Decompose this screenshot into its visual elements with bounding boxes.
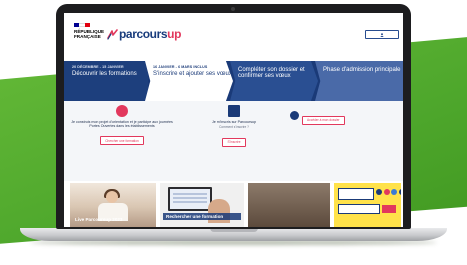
connect-button[interactable] bbox=[365, 30, 399, 39]
laptop-photo bbox=[168, 187, 212, 211]
timeline-stage-4-title: Phase d'admission principale bbox=[323, 66, 401, 73]
search-training-tile[interactable]: Rechercher une formation bbox=[160, 183, 244, 227]
parcoursup-logo[interactable]: parcoursup bbox=[107, 26, 181, 46]
live-video-tile[interactable]: Live Parcoursup 2023 bbox=[70, 183, 156, 227]
info-tag bbox=[382, 205, 396, 213]
info-box-1 bbox=[338, 188, 374, 200]
logo-wordmark-part1: parcours bbox=[119, 27, 168, 41]
register-button[interactable]: S'inscrire bbox=[222, 137, 246, 147]
step-orientation-text: Je construis mon projet d'orientation et… bbox=[71, 120, 173, 129]
info-tile[interactable] bbox=[334, 183, 401, 227]
step-register-text: Je m'inscris sur Parcoursup bbox=[211, 120, 257, 124]
photo-tile[interactable] bbox=[248, 183, 330, 227]
timeline-stage-4[interactable]: Phase d'admission principale bbox=[315, 61, 403, 101]
flag-icon bbox=[74, 23, 90, 27]
laptop-bezel: RÉPUBLIQUE FRANÇAISE parcoursup 20 DÉCEM… bbox=[56, 4, 411, 229]
social-icon-3[interactable] bbox=[391, 189, 397, 195]
how-to-register-link[interactable]: Comment s'inscrire ? bbox=[182, 126, 286, 130]
timeline-stage-2-dates: 16 JANVIER - 6 MARS INCLUS bbox=[153, 65, 208, 69]
step-column-register: Je m'inscris sur Parcoursup Comment s'in… bbox=[182, 105, 286, 179]
logo-wordmark: parcoursup bbox=[119, 27, 181, 41]
folder-icon bbox=[290, 111, 299, 120]
step-column-orientation: Je construis mon projet d'orientation et… bbox=[70, 105, 174, 179]
social-icon-4[interactable] bbox=[398, 189, 401, 195]
social-icons bbox=[376, 189, 401, 195]
steps-section: Je construis mon projet d'orientation et… bbox=[64, 101, 403, 181]
search-training-button[interactable]: Chercher une formation bbox=[100, 136, 144, 146]
timeline-stage-3-title: Compléter son dossier et confirmer ses v… bbox=[238, 66, 305, 80]
calendar-timeline: 20 DÉCEMBRE - 15 JANVIER Découvrir les f… bbox=[64, 61, 403, 101]
timeline-stage-2-active[interactable]: 16 JANVIER - 6 MARS INCLUS S'inscrire et… bbox=[145, 61, 233, 101]
live-tile-caption: Live Parcoursup 2023 bbox=[75, 216, 123, 222]
laptop-photo-screen bbox=[170, 189, 210, 209]
access-dossier-button[interactable]: Accéder à mon dossier bbox=[302, 115, 345, 125]
timeline-stage-3[interactable]: Compléter son dossier et confirmer ses v… bbox=[230, 61, 318, 101]
timeline-stage-1-dates: 20 DÉCEMBRE - 15 JANVIER bbox=[72, 65, 124, 69]
timeline-stage-1-title: Découvrir les formations bbox=[72, 70, 137, 77]
info-box-2 bbox=[338, 204, 380, 214]
social-icon-1[interactable] bbox=[376, 189, 382, 195]
republic-name-line2: FRANÇAISE bbox=[74, 34, 101, 39]
logo-wordmark-part2: up bbox=[167, 27, 182, 41]
laptop-screen: RÉPUBLIQUE FRANÇAISE parcoursup 20 DÉCEM… bbox=[64, 13, 403, 227]
timeline-stage-2-title: S'inscrire et ajouter ses vœux bbox=[153, 70, 232, 77]
marianne-logo[interactable]: RÉPUBLIQUE FRANÇAISE bbox=[74, 23, 104, 55]
monitor-icon bbox=[228, 105, 240, 117]
webcam-icon bbox=[231, 7, 235, 11]
timeline-stage-1[interactable]: 20 DÉCEMBRE - 15 JANVIER Découvrir les f… bbox=[64, 61, 148, 101]
social-icon-2[interactable] bbox=[383, 189, 390, 195]
search-tile-caption: Rechercher une formation bbox=[163, 212, 241, 220]
presenter-head bbox=[106, 191, 118, 203]
media-row: Live Parcoursup 2023 Rechercher une form… bbox=[64, 183, 403, 227]
site-header: RÉPUBLIQUE FRANÇAISE parcoursup bbox=[64, 13, 403, 59]
parcoursup-mark-icon bbox=[107, 29, 118, 40]
step-column-dossier: Accéder à mon dossier bbox=[290, 105, 398, 179]
laptop-base bbox=[20, 228, 447, 241]
pen-icon bbox=[116, 105, 128, 117]
user-icon bbox=[379, 32, 384, 37]
